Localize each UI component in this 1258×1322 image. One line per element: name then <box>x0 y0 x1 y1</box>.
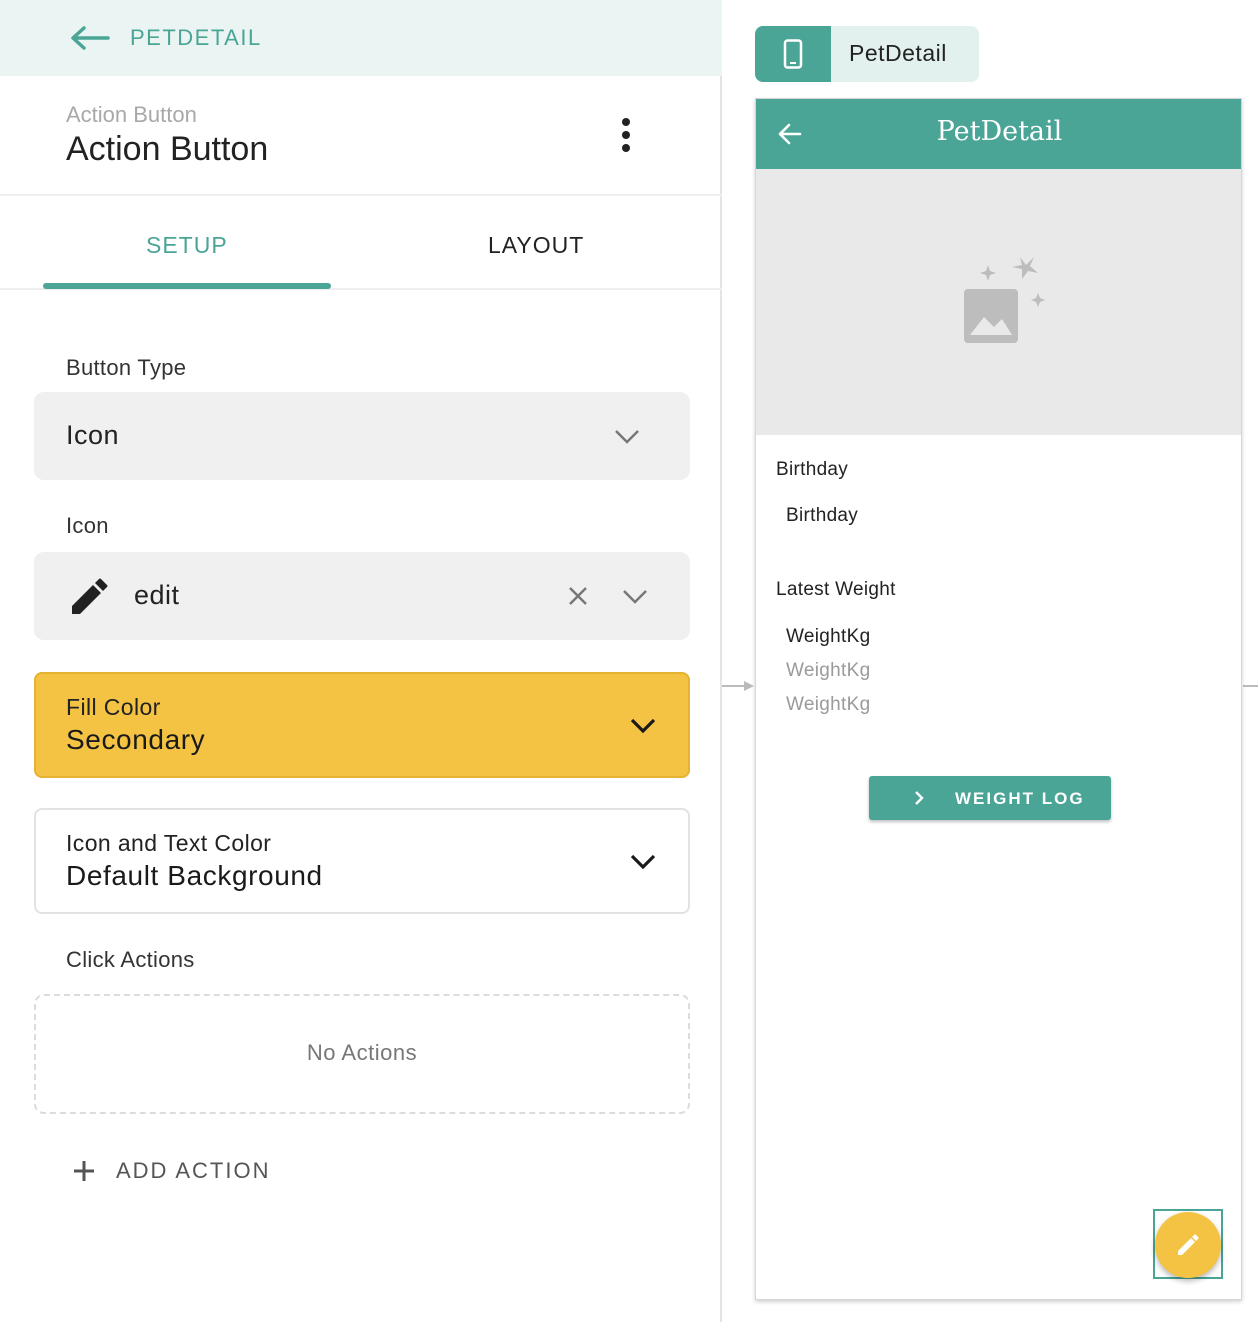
screen-breadcrumb[interactable]: PETDETAIL <box>130 25 262 51</box>
screen-breadcrumb-bar: PETDETAIL <box>0 0 722 76</box>
weight-list-item: WeightKg <box>786 660 871 681</box>
click-actions-label: Click Actions <box>66 947 195 972</box>
plus-icon <box>74 1161 94 1181</box>
add-action-button[interactable]: ADD ACTION <box>72 1154 270 1188</box>
fill-color-select[interactable]: Fill Color Secondary <box>34 672 690 778</box>
edit-fab-button[interactable] <box>1155 1212 1221 1278</box>
screen-tab[interactable]: PetDetail <box>755 26 979 82</box>
component-title: Action Button <box>66 130 269 168</box>
close-icon[interactable] <box>568 586 588 606</box>
button-type-select[interactable]: Icon <box>34 392 690 480</box>
icon-text-color-select[interactable]: Icon and Text Color Default Background <box>34 808 690 914</box>
more-vertical-icon[interactable] <box>612 116 640 156</box>
app-bar-title: PetDetail <box>936 116 1063 147</box>
screen-tab-name: PetDetail <box>849 40 947 66</box>
component-type: Action Button <box>66 102 197 127</box>
icon-label: Icon <box>66 513 109 538</box>
icon-select[interactable]: edit <box>34 552 690 640</box>
connector-arrow-icon <box>744 681 754 691</box>
birthday-value: Birthday <box>786 505 859 526</box>
fill-color-value: Secondary <box>66 724 206 755</box>
button-type-value: Icon <box>66 420 120 450</box>
pencil-icon <box>1178 1234 1199 1255</box>
image-placeholder-icon <box>964 257 1045 343</box>
phone-preview: PetDetail Birthday Birthday Latest Weigh… <box>755 98 1242 1300</box>
arrow-left-icon[interactable] <box>70 25 110 51</box>
tab-setup[interactable]: SETUP <box>146 232 228 259</box>
chevron-right-icon <box>915 791 924 805</box>
add-action-label: ADD ACTION <box>116 1158 271 1183</box>
image-placeholder <box>756 169 1241 435</box>
no-actions-text: No Actions <box>306 1040 418 1065</box>
chevron-down-icon[interactable] <box>622 589 648 605</box>
latest-weight-label: Latest Weight <box>776 579 896 600</box>
icon-text-color-label: Icon and Text Color <box>66 830 272 856</box>
weight-log-button[interactable]: WEIGHT LOG <box>869 776 1111 820</box>
flow-connector <box>1243 685 1258 687</box>
phone-icon <box>783 39 803 69</box>
chevron-down-icon <box>630 854 656 870</box>
icon-text-color-value: Default Background <box>66 860 323 891</box>
pencil-icon <box>72 578 108 614</box>
chevron-down-icon <box>630 718 656 734</box>
fill-color-label: Fill Color <box>66 694 161 720</box>
component-header: Action Button Action Button <box>0 76 722 196</box>
properties-panel: PETDETAIL Action Button Action Button SE… <box>0 0 722 1322</box>
weight-list-item: WeightKg <box>786 694 871 715</box>
birthday-label: Birthday <box>776 459 849 480</box>
tab-layout[interactable]: LAYOUT <box>488 232 584 259</box>
panel-tabs: SETUP LAYOUT <box>0 196 722 290</box>
weight-log-label: WEIGHT LOG <box>955 789 1085 808</box>
button-type-label: Button Type <box>66 355 187 380</box>
chevron-down-icon <box>615 430 639 444</box>
actions-list: No Actions <box>34 994 690 1114</box>
active-tab-indicator <box>43 283 331 289</box>
screen-tab-icon-area <box>755 26 831 82</box>
icon-value: edit <box>134 580 180 610</box>
weight-list-item: WeightKg <box>786 626 871 647</box>
app-bar: PetDetail <box>756 99 1241 169</box>
